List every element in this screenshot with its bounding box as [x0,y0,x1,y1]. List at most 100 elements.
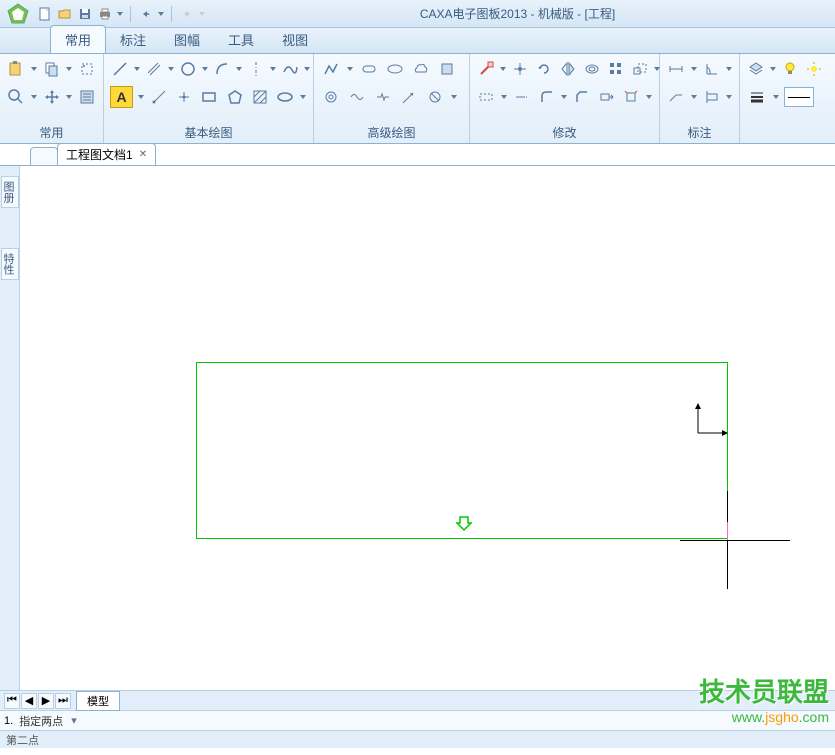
fillet-icon[interactable] [536,86,556,108]
cut-icon[interactable] [77,58,97,80]
dropdown-icon[interactable] [770,58,776,80]
trim-icon[interactable] [476,86,496,108]
lineweight-icon[interactable] [746,86,768,108]
offset-icon[interactable] [582,58,602,80]
region-icon[interactable] [436,58,458,80]
tab-frame[interactable]: 图幅 [160,26,214,53]
dropdown-icon[interactable] [236,58,242,80]
tab-view[interactable]: 视图 [268,26,322,53]
dropdown-icon[interactable] [726,86,733,108]
nav-prev-icon[interactable]: ◀ [21,693,37,709]
dim-ordinate-icon[interactable] [702,86,722,108]
point-icon[interactable] [174,86,195,108]
tab-annotate[interactable]: 标注 [106,26,160,53]
sun-icon[interactable] [804,58,824,80]
zoom-icon[interactable] [6,86,26,108]
dropdown-icon[interactable] [500,86,507,108]
dropdown-icon[interactable] [561,86,568,108]
move-icon[interactable] [510,58,530,80]
undo-icon[interactable] [137,5,155,23]
polyline-icon[interactable] [320,58,342,80]
dropdown-icon[interactable] [346,58,354,80]
wave-icon[interactable] [346,86,368,108]
dropdown-icon[interactable] [450,86,458,108]
rotate-icon[interactable] [534,58,554,80]
dropdown-icon[interactable] [299,86,307,108]
text-icon[interactable]: A [110,86,133,108]
properties-icon[interactable] [77,86,97,108]
centerline-icon[interactable] [246,58,266,80]
ellipse2-icon[interactable] [384,58,406,80]
ray-icon[interactable] [149,86,170,108]
save-icon[interactable] [76,5,94,23]
explode-icon[interactable] [621,86,641,108]
qat-dropdown-icon[interactable] [116,3,124,25]
dim-leader-icon[interactable] [666,86,686,108]
chamfer-icon[interactable] [572,86,592,108]
close-icon[interactable]: ✕ [139,149,147,160]
side-panel-properties[interactable]: 特性 [1,248,19,280]
print-icon[interactable] [96,5,114,23]
tab-tools[interactable]: 工具 [214,26,268,53]
dim-linear-icon[interactable] [666,58,686,80]
dropdown-icon[interactable] [66,86,73,108]
nav-next-icon[interactable]: ▶ [38,693,54,709]
drawing-canvas[interactable] [20,166,835,690]
dropdown-icon[interactable] [690,86,697,108]
stretch-icon[interactable] [597,86,617,108]
spline-icon[interactable] [280,58,300,80]
command-dropdown-icon[interactable]: ▾ [71,714,77,727]
arrow-icon[interactable] [398,86,420,108]
side-panel-library[interactable]: 图册 [1,176,19,208]
dropdown-icon[interactable] [500,58,506,80]
dropdown-icon[interactable] [202,58,208,80]
dropdown-icon[interactable] [772,86,780,108]
dropdown-icon[interactable] [690,58,697,80]
circle-icon[interactable] [178,58,198,80]
redo-dropdown-icon[interactable] [198,3,206,25]
erase-icon[interactable] [476,58,496,80]
cloud-icon[interactable] [410,58,432,80]
slot-icon[interactable] [358,58,380,80]
dropdown-icon[interactable] [270,58,276,80]
open-file-icon[interactable] [56,5,74,23]
dropdown-icon[interactable] [134,58,140,80]
pan-icon[interactable] [41,86,61,108]
nav-last-icon[interactable]: ⏭ [55,693,71,709]
rectangle-icon[interactable] [199,86,220,108]
gear-icon[interactable] [320,86,342,108]
dropdown-icon[interactable] [726,58,733,80]
mirror-icon[interactable] [558,58,578,80]
line-icon[interactable] [110,58,130,80]
dim-angular-icon[interactable] [702,58,722,80]
arc-icon[interactable] [212,58,232,80]
hatch-icon[interactable] [249,86,270,108]
break-icon[interactable] [372,86,394,108]
layer-icon[interactable] [746,58,766,80]
paste-icon[interactable] [6,58,26,80]
blank-tab[interactable] [30,147,58,165]
dropdown-icon[interactable] [646,86,653,108]
parallel-icon[interactable] [144,58,164,80]
extend-icon[interactable] [512,86,532,108]
model-tab[interactable]: 模型 [76,691,120,711]
document-tab[interactable]: 工程图文档1 ✕ [57,143,156,165]
bulb-icon[interactable] [780,58,800,80]
dropdown-icon[interactable] [137,86,145,108]
linetype-selector[interactable] [784,87,814,107]
tab-common[interactable]: 常用 [50,25,106,53]
dropdown-icon[interactable] [30,58,37,80]
dropdown-icon[interactable] [168,58,174,80]
polygon-icon[interactable] [224,86,245,108]
hole-icon[interactable] [424,86,446,108]
dropdown-icon[interactable] [304,58,310,80]
dropdown-icon[interactable] [66,58,73,80]
new-file-icon[interactable] [36,5,54,23]
dropdown-icon[interactable] [30,86,37,108]
redo-icon[interactable] [178,5,196,23]
ellipse-icon[interactable] [274,86,295,108]
copy-icon[interactable] [41,58,61,80]
nav-first-icon[interactable]: ⏮ [4,693,20,709]
undo-dropdown-icon[interactable] [157,3,165,25]
array-icon[interactable] [606,58,626,80]
